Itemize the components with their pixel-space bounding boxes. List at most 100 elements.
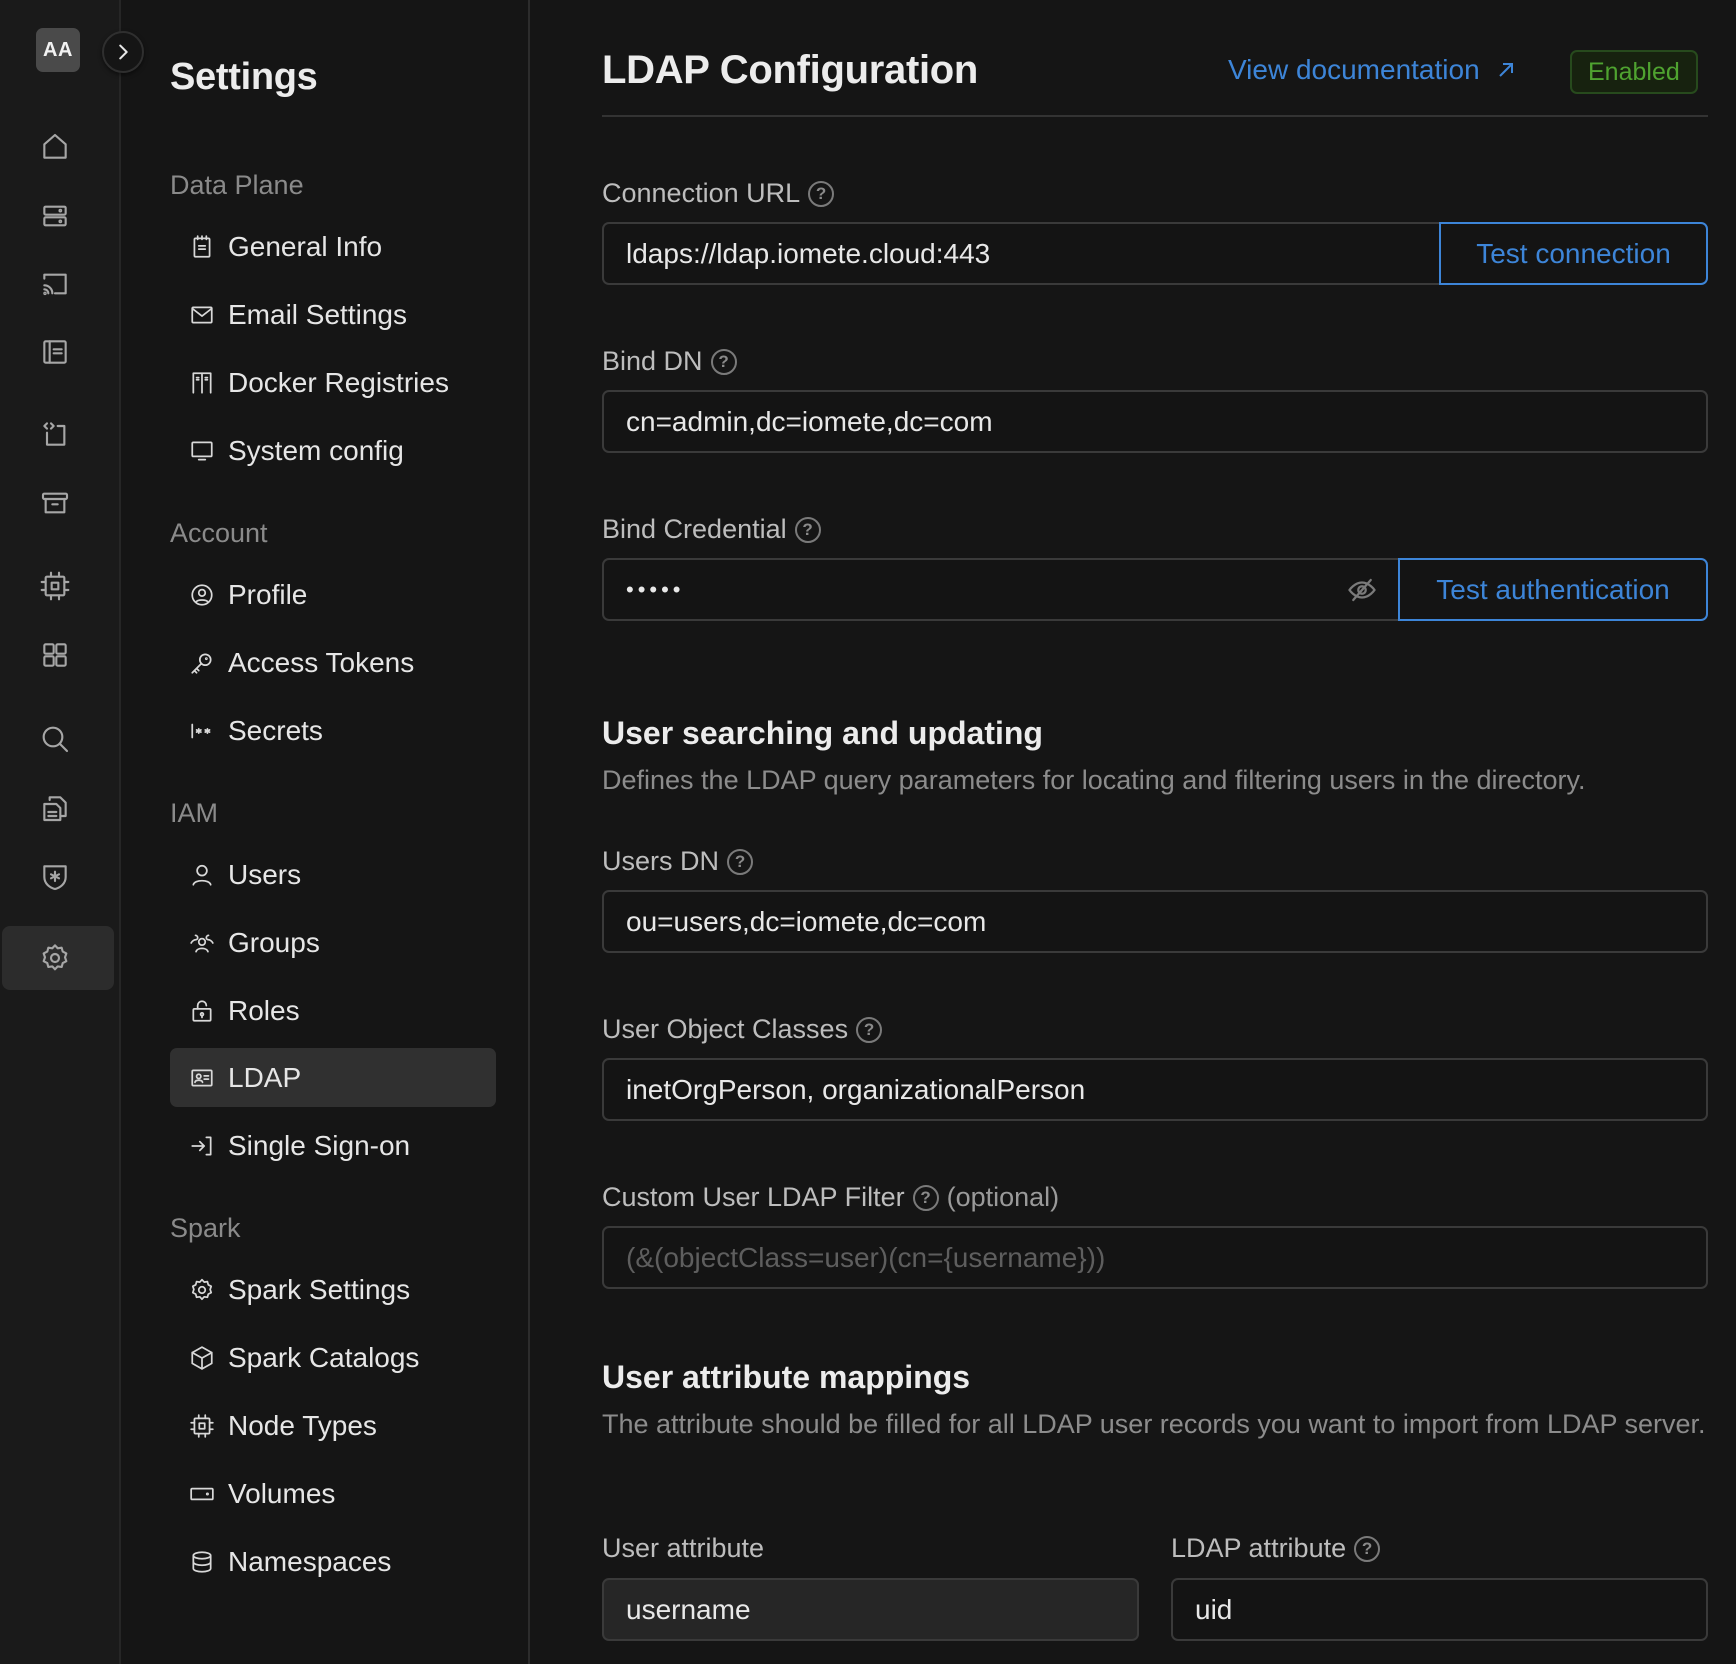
mail-icon — [188, 301, 216, 329]
lockers-icon — [188, 369, 216, 397]
nav-item-secrets[interactable]: Secrets — [170, 701, 496, 760]
nav-item-label: Groups — [228, 926, 320, 958]
user-search-section-description: Defines the LDAP query parameters for lo… — [602, 765, 1586, 795]
user-attribute-input: username — [602, 1578, 1139, 1641]
nav-item-spark-catalogs[interactable]: Spark Catalogs — [170, 1328, 496, 1387]
nav-item-roles[interactable]: Roles — [170, 981, 496, 1040]
toggle-visibility-button[interactable] — [1346, 574, 1378, 606]
bind-credential-input[interactable]: ••••• — [602, 558, 1398, 621]
cast-icon — [43, 273, 67, 296]
nav-item-label: Secrets — [228, 714, 323, 746]
nav-item-profile[interactable]: Profile — [170, 565, 496, 624]
nav-item-single-sign-on[interactable]: Single Sign-on — [170, 1116, 496, 1175]
test-authentication-button[interactable]: Test authentication — [1398, 558, 1708, 621]
bind-dn-input[interactable]: cn=admin,dc=iomete,dc=com — [602, 390, 1708, 453]
help-icon[interactable]: ? — [1354, 1535, 1381, 1562]
user-object-classes-label-text: User Object Classes — [602, 1014, 849, 1044]
nav-item-docker-registries[interactable]: Docker Registries — [170, 353, 496, 412]
custom-ldap-filter-label-text: Custom User LDAP Filter — [602, 1182, 905, 1212]
rail-item-apps[interactable] — [33, 633, 77, 677]
rail-item-search[interactable] — [33, 717, 77, 761]
users-icon — [188, 929, 216, 957]
help-icon[interactable]: ? — [727, 848, 754, 875]
nav-item-node-types[interactable]: Node Types — [170, 1396, 496, 1455]
users-dn-label-text: Users DN — [602, 846, 720, 876]
rail-item-security[interactable] — [33, 855, 77, 899]
rail-item-archive[interactable] — [33, 481, 77, 525]
bind-dn-label: Bind DN ? — [602, 346, 737, 377]
help-icon[interactable]: ? — [912, 1184, 939, 1211]
nav-item-groups[interactable]: Groups — [170, 913, 496, 972]
nav-item-general-info[interactable]: General Info — [170, 217, 496, 276]
attribute-mappings-section-title: User attribute mappings — [602, 1359, 971, 1395]
cpu-icon — [40, 571, 70, 601]
user-object-classes-label: User Object Classes ? — [602, 1014, 883, 1045]
help-icon[interactable]: ? — [710, 348, 737, 375]
rail-item-documents[interactable] — [33, 786, 77, 830]
nav-item-label: Single Sign-on — [228, 1129, 411, 1161]
bind-dn-label-text: Bind DN — [602, 346, 703, 376]
nav-item-label: Spark Catalogs — [228, 1341, 420, 1373]
group-label-data-plane: Data Plane — [170, 170, 304, 200]
help-icon[interactable]: ? — [856, 1016, 883, 1043]
rail-item-code[interactable] — [33, 412, 77, 456]
settings-sidebar: Settings Data Plane General Info Email S… — [121, 0, 530, 1664]
user-circle-icon — [188, 581, 216, 609]
custom-ldap-filter-input[interactable]: (&(objectClass=user)(cn={username})) — [602, 1226, 1708, 1289]
test-connection-button[interactable]: Test connection — [1439, 222, 1708, 285]
nav-item-label: Namespaces — [228, 1545, 392, 1577]
drive-icon — [188, 1480, 216, 1508]
nav-item-label: Spark Settings — [228, 1273, 411, 1305]
rail-item-server[interactable] — [33, 194, 77, 238]
ldap-attribute-input[interactable]: uid — [1171, 1578, 1708, 1641]
code-file-icon — [43, 422, 66, 446]
rail-item-cast[interactable] — [33, 262, 77, 306]
nav-item-namespaces[interactable]: Namespaces — [170, 1532, 496, 1591]
home-icon — [43, 133, 67, 159]
server-icon — [43, 205, 67, 227]
user-attribute-label: User attribute — [602, 1533, 764, 1564]
rail-item-settings[interactable] — [33, 936, 77, 980]
connection-url-label-text: Connection URL — [602, 178, 801, 208]
page-title: LDAP Configuration — [602, 48, 979, 92]
group-label-iam: IAM — [170, 798, 219, 828]
group-label-spark: Spark — [170, 1213, 241, 1243]
archive-icon — [41, 492, 69, 514]
database-icon — [188, 1548, 216, 1576]
monitor-icon — [188, 437, 216, 465]
nav-item-volumes[interactable]: Volumes — [170, 1464, 496, 1523]
expand-sidebar-button[interactable] — [102, 31, 144, 73]
user-attribute-label-text: User attribute — [602, 1533, 765, 1563]
nav-item-spark-settings[interactable]: Spark Settings — [170, 1260, 496, 1319]
nav-item-label: Access Tokens — [228, 646, 415, 678]
nav-item-users[interactable]: Users — [170, 845, 496, 904]
user-icon — [188, 861, 216, 889]
sidebar-title: Settings — [170, 56, 318, 98]
help-icon[interactable]: ? — [794, 516, 821, 543]
nav-item-email-settings[interactable]: Email Settings — [170, 285, 496, 344]
help-icon[interactable]: ? — [808, 180, 835, 207]
nav-item-label: Roles — [228, 994, 300, 1026]
key-icon — [188, 649, 216, 677]
avatar[interactable]: AA — [36, 28, 80, 72]
nav-item-ldap[interactable]: LDAP — [170, 1048, 496, 1107]
view-documentation-link[interactable]: View documentation — [1228, 54, 1518, 86]
id-card-icon — [188, 1064, 216, 1092]
ldap-attribute-label: LDAP attribute ? — [1171, 1533, 1381, 1564]
rail-item-cpu[interactable] — [33, 564, 77, 608]
nav-item-label: Profile — [228, 578, 308, 610]
connection-url-input[interactable]: ldaps://ldap.iomete.cloud:443 — [602, 222, 1439, 285]
gear-icon — [42, 944, 68, 971]
icon-rail: AA — [0, 0, 121, 1664]
nav-item-access-tokens[interactable]: Access Tokens — [170, 633, 496, 692]
group-label-account: Account — [170, 518, 268, 548]
bind-credential-label-text: Bind Credential — [602, 514, 787, 544]
nav-item-system-config[interactable]: System config — [170, 421, 496, 480]
user-object-classes-input[interactable]: inetOrgPerson, organizationalPerson — [602, 1058, 1708, 1121]
rail-item-notebook[interactable] — [33, 330, 77, 374]
rail-item-home[interactable] — [33, 125, 77, 169]
nav-item-label: Email Settings — [228, 298, 407, 330]
connection-url-label: Connection URL ? — [602, 178, 835, 209]
users-dn-input[interactable]: ou=users,dc=iomete,dc=com — [602, 890, 1708, 953]
users-dn-label: Users DN ? — [602, 846, 754, 877]
